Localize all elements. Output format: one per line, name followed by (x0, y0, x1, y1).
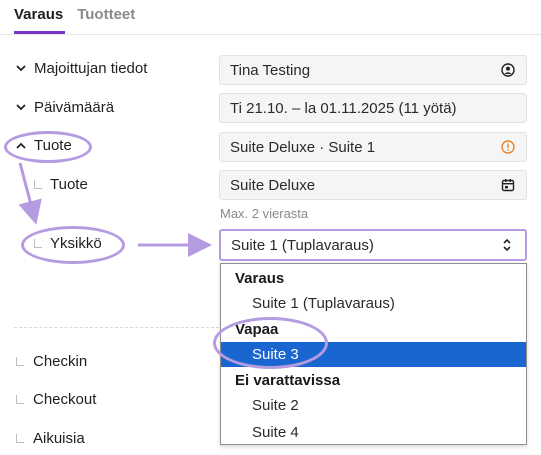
annotation-arrow-down (18, 162, 42, 225)
annotation-arrows (18, 162, 212, 257)
